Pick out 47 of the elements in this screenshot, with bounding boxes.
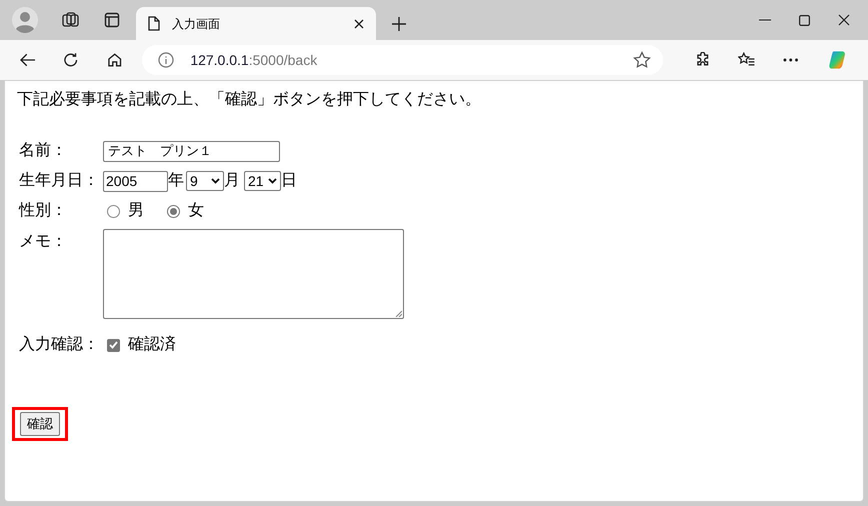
maximize-icon[interactable] — [799, 14, 810, 26]
unit-label: 日 — [281, 171, 297, 191]
confirm-button[interactable]: 確認 — [20, 412, 60, 436]
resize-handle-icon — [395, 310, 402, 317]
address-bar[interactable]: 127.0.0.1:5000/back — [142, 45, 662, 75]
minimize-icon[interactable] — [759, 19, 771, 21]
tab-actions-icon[interactable] — [104, 12, 120, 28]
checkbox[interactable] — [107, 338, 120, 352]
close-icon[interactable] — [354, 18, 364, 28]
tab-title: 入力画面 — [172, 16, 221, 32]
field-label: 名前： — [19, 141, 68, 161]
browser-tab[interactable]: 入力画面 — [136, 7, 376, 40]
favorites-icon[interactable] — [738, 52, 756, 68]
unit-label: 月 — [224, 171, 240, 191]
unit-label: 年 — [168, 171, 184, 191]
radio-button[interactable] — [167, 204, 180, 218]
profile-icon[interactable] — [12, 7, 38, 33]
page-icon — [148, 16, 160, 31]
home-icon[interactable] — [106, 52, 122, 68]
chevron-down-icon — [211, 178, 220, 184]
radio-button[interactable] — [107, 204, 120, 218]
name-field[interactable]: テスト プリン１ — [103, 140, 280, 162]
field-label: 性別： — [19, 201, 68, 221]
copilot-icon[interactable] — [826, 49, 848, 71]
workspaces-icon[interactable] — [62, 11, 80, 29]
checkbox-label: 確認済 — [128, 334, 176, 355]
memo-field[interactable] — [103, 229, 404, 319]
chevron-down-icon — [268, 178, 277, 184]
more-icon[interactable] — [783, 58, 799, 62]
field-label: 生年月日： — [19, 170, 100, 191]
field-label: 入力確認： — [19, 334, 100, 355]
new-tab-icon[interactable] — [392, 17, 406, 31]
radio-label: 男 — [128, 201, 144, 221]
close-icon[interactable] — [838, 14, 850, 26]
radio-label: 女 — [188, 201, 204, 221]
url-host: 127.0.0.1 — [190, 50, 249, 70]
month-select[interactable]: 9 — [186, 171, 224, 191]
back-icon[interactable] — [20, 53, 36, 67]
day-select[interactable]: 21 — [244, 171, 281, 191]
refresh-icon[interactable] — [63, 52, 79, 68]
info-icon — [158, 52, 174, 68]
star-icon[interactable] — [632, 51, 650, 69]
extensions-icon[interactable] — [694, 52, 710, 68]
year-field[interactable]: 2005 — [103, 170, 168, 192]
instruction-text: 下記必要事項を記載の上、「確認」ボタンを押下してください。 — [17, 90, 482, 110]
field-label: メモ： — [19, 232, 68, 252]
url-path: :5000/back — [248, 50, 318, 70]
